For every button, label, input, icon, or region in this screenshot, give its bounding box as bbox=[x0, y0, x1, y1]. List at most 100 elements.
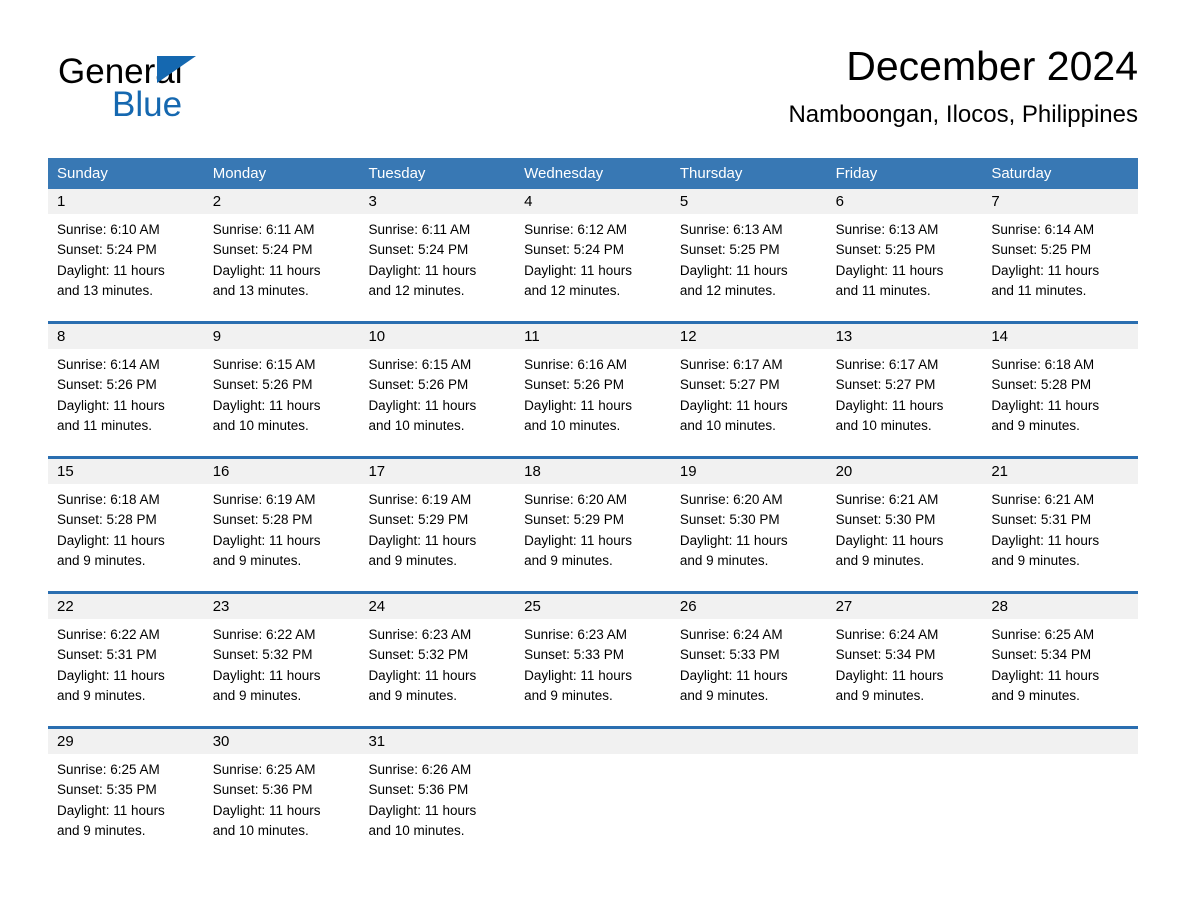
daylight-text-line1: Daylight: 11 hours bbox=[212, 802, 321, 818]
day-cell[interactable]: 20 Sunrise: 6:21 AM Sunset: 5:30 PM Dayl… bbox=[826, 459, 983, 591]
day-cell[interactable]: 4 Sunrise: 6:12 AM Sunset: 5:24 PM Dayli… bbox=[515, 189, 671, 321]
daylight-text-line1: Daylight: 11 hours bbox=[835, 532, 944, 548]
page-title: December 2024 bbox=[846, 43, 1138, 89]
sunrise-text: Sunrise: 6:17 AM bbox=[835, 357, 939, 372]
daylight-text-line1: Daylight: 11 hours bbox=[991, 532, 1100, 548]
day-number-band: 16 bbox=[203, 459, 360, 484]
day-number-band bbox=[670, 729, 827, 754]
day-cell[interactable]: 15 Sunrise: 6:18 AM Sunset: 5:28 PM Dayl… bbox=[48, 459, 204, 591]
day-number: 9 bbox=[212, 328, 222, 345]
day-cell[interactable]: 28 Sunrise: 6:25 AM Sunset: 5:34 PM Dayl… bbox=[982, 594, 1139, 726]
day-number: 2 bbox=[212, 193, 222, 210]
day-cell[interactable]: 3 Sunrise: 6:11 AM Sunset: 5:24 PM Dayli… bbox=[359, 189, 516, 321]
sunrise-text: Sunrise: 6:13 AM bbox=[679, 222, 783, 237]
day-details: Sunrise: 6:25 AM Sunset: 5:35 PM Dayligh… bbox=[48, 754, 204, 841]
day-cell[interactable]: 24 Sunrise: 6:23 AM Sunset: 5:32 PM Dayl… bbox=[359, 594, 516, 726]
sunrise-text: Sunrise: 6:13 AM bbox=[835, 222, 939, 237]
sunset-text: Sunset: 5:25 PM bbox=[679, 242, 780, 258]
sunrise-text: Sunrise: 6:14 AM bbox=[57, 357, 160, 372]
day-number-band: 9 bbox=[203, 324, 360, 349]
sunrise-text: Sunrise: 6:11 AM bbox=[368, 222, 471, 237]
day-cell[interactable]: 26 Sunrise: 6:24 AM Sunset: 5:33 PM Dayl… bbox=[670, 594, 827, 726]
day-details: Sunrise: 6:21 AM Sunset: 5:31 PM Dayligh… bbox=[982, 484, 1138, 571]
weekday-header-tuesday: Tuesday bbox=[368, 165, 426, 182]
generalblue-logo[interactable]: General Blue bbox=[58, 52, 298, 132]
day-cell[interactable]: 7 Sunrise: 6:14 AM Sunset: 5:25 PM Dayli… bbox=[982, 189, 1139, 321]
daylight-text-line2: and 9 minutes. bbox=[991, 552, 1080, 568]
week-row: 15 Sunrise: 6:18 AM Sunset: 5:28 PM Dayl… bbox=[48, 456, 1139, 591]
day-number-band: 11 bbox=[515, 324, 671, 349]
daylight-text-line1: Daylight: 11 hours bbox=[679, 262, 788, 278]
day-number-band: 25 bbox=[515, 594, 671, 619]
day-number-band: 18 bbox=[515, 459, 671, 484]
weekday-header-thursday: Thursday bbox=[679, 165, 743, 182]
daylight-text-line2: and 10 minutes. bbox=[368, 822, 465, 838]
daylight-text-line1: Daylight: 11 hours bbox=[57, 397, 165, 413]
day-cell[interactable]: 10 Sunrise: 6:15 AM Sunset: 5:26 PM Dayl… bbox=[359, 324, 516, 456]
daylight-text-line2: and 10 minutes. bbox=[212, 417, 309, 433]
day-details: Sunrise: 6:23 AM Sunset: 5:32 PM Dayligh… bbox=[359, 619, 515, 706]
sunset-text: Sunset: 5:33 PM bbox=[679, 647, 780, 663]
day-cell[interactable]: 11 Sunrise: 6:16 AM Sunset: 5:26 PM Dayl… bbox=[515, 324, 671, 456]
day-cell[interactable]: 31 Sunrise: 6:26 AM Sunset: 5:36 PM Dayl… bbox=[359, 729, 516, 861]
daylight-text-line2: and 9 minutes. bbox=[57, 687, 146, 703]
day-cell[interactable]: 27 Sunrise: 6:24 AM Sunset: 5:34 PM Dayl… bbox=[826, 594, 983, 726]
day-cell[interactable]: 8 Sunrise: 6:14 AM Sunset: 5:26 PM Dayli… bbox=[48, 324, 204, 456]
weekday-header-friday: Friday bbox=[835, 165, 878, 182]
sunset-text: Sunset: 5:27 PM bbox=[835, 377, 936, 393]
day-cell[interactable]: 2 Sunrise: 6:11 AM Sunset: 5:24 PM Dayli… bbox=[203, 189, 360, 321]
day-number: 23 bbox=[212, 598, 230, 615]
day-cell[interactable]: 9 Sunrise: 6:15 AM Sunset: 5:26 PM Dayli… bbox=[203, 324, 360, 456]
day-cell[interactable]: 25 Sunrise: 6:23 AM Sunset: 5:33 PM Dayl… bbox=[515, 594, 671, 726]
day-cell[interactable]: 13 Sunrise: 6:17 AM Sunset: 5:27 PM Dayl… bbox=[826, 324, 983, 456]
sunrise-text: Sunrise: 6:15 AM bbox=[368, 357, 472, 372]
daylight-text-line2: and 13 minutes. bbox=[212, 282, 309, 298]
daylight-text-line1: Daylight: 11 hours bbox=[835, 397, 944, 413]
day-number-band: 22 bbox=[48, 594, 204, 619]
day-cell[interactable]: 12 Sunrise: 6:17 AM Sunset: 5:27 PM Dayl… bbox=[670, 324, 827, 456]
sunrise-text: Sunrise: 6:11 AM bbox=[212, 222, 315, 237]
day-number: 21 bbox=[991, 463, 1008, 480]
daylight-text-line1: Daylight: 11 hours bbox=[212, 667, 321, 683]
sunset-text: Sunset: 5:29 PM bbox=[368, 512, 469, 528]
day-cell[interactable]: 23 Sunrise: 6:22 AM Sunset: 5:32 PM Dayl… bbox=[203, 594, 360, 726]
day-details: Sunrise: 6:18 AM Sunset: 5:28 PM Dayligh… bbox=[48, 484, 204, 571]
day-details: Sunrise: 6:24 AM Sunset: 5:34 PM Dayligh… bbox=[827, 619, 983, 706]
day-cell[interactable]: 14 Sunrise: 6:18 AM Sunset: 5:28 PM Dayl… bbox=[982, 324, 1139, 456]
daylight-text-line1: Daylight: 11 hours bbox=[524, 532, 632, 548]
daylight-text-line2: and 9 minutes. bbox=[57, 552, 146, 568]
day-cell[interactable]: 5 Sunrise: 6:13 AM Sunset: 5:25 PM Dayli… bbox=[670, 189, 827, 321]
day-cell[interactable]: 19 Sunrise: 6:20 AM Sunset: 5:30 PM Dayl… bbox=[670, 459, 827, 591]
daylight-text-line1: Daylight: 11 hours bbox=[212, 532, 321, 548]
day-cell[interactable]: 30 Sunrise: 6:25 AM Sunset: 5:36 PM Dayl… bbox=[203, 729, 360, 861]
day-cell[interactable]: 17 Sunrise: 6:19 AM Sunset: 5:29 PM Dayl… bbox=[359, 459, 516, 591]
daylight-text-line2: and 9 minutes. bbox=[991, 687, 1080, 703]
sunrise-text: Sunrise: 6:20 AM bbox=[524, 492, 627, 507]
day-cell[interactable]: 6 Sunrise: 6:13 AM Sunset: 5:25 PM Dayli… bbox=[826, 189, 983, 321]
sunset-text: Sunset: 5:25 PM bbox=[835, 242, 936, 258]
logo-text-blue: Blue bbox=[112, 85, 183, 124]
day-cell[interactable]: 21 Sunrise: 6:21 AM Sunset: 5:31 PM Dayl… bbox=[982, 459, 1139, 591]
day-cell[interactable]: 16 Sunrise: 6:19 AM Sunset: 5:28 PM Dayl… bbox=[203, 459, 360, 591]
day-number-band: 10 bbox=[359, 324, 516, 349]
day-number-band: 12 bbox=[670, 324, 827, 349]
sunset-text: Sunset: 5:31 PM bbox=[991, 512, 1092, 528]
day-number-band: 17 bbox=[359, 459, 516, 484]
day-cell[interactable]: 29 Sunrise: 6:25 AM Sunset: 5:35 PM Dayl… bbox=[48, 729, 204, 861]
day-details: Sunrise: 6:23 AM Sunset: 5:33 PM Dayligh… bbox=[515, 619, 671, 706]
day-number-band: 19 bbox=[670, 459, 827, 484]
day-details: Sunrise: 6:16 AM Sunset: 5:26 PM Dayligh… bbox=[515, 349, 671, 436]
day-number: 5 bbox=[679, 193, 689, 210]
day-details: Sunrise: 6:25 AM Sunset: 5:36 PM Dayligh… bbox=[204, 754, 360, 841]
daylight-text-line1: Daylight: 11 hours bbox=[679, 667, 788, 683]
day-cell[interactable]: 22 Sunrise: 6:22 AM Sunset: 5:31 PM Dayl… bbox=[48, 594, 204, 726]
sunrise-text: Sunrise: 6:15 AM bbox=[212, 357, 316, 372]
day-details: Sunrise: 6:11 AM Sunset: 5:24 PM Dayligh… bbox=[359, 214, 515, 301]
day-cell[interactable]: 1 Sunrise: 6:10 AM Sunset: 5:24 PM Dayli… bbox=[48, 189, 204, 321]
daylight-text-line1: Daylight: 11 hours bbox=[679, 532, 788, 548]
daylight-text-line1: Daylight: 11 hours bbox=[524, 397, 632, 413]
day-number: 3 bbox=[368, 193, 377, 210]
day-details: Sunrise: 6:22 AM Sunset: 5:31 PM Dayligh… bbox=[48, 619, 204, 706]
day-number-band: 27 bbox=[826, 594, 983, 619]
day-cell[interactable]: 18 Sunrise: 6:20 AM Sunset: 5:29 PM Dayl… bbox=[515, 459, 671, 591]
